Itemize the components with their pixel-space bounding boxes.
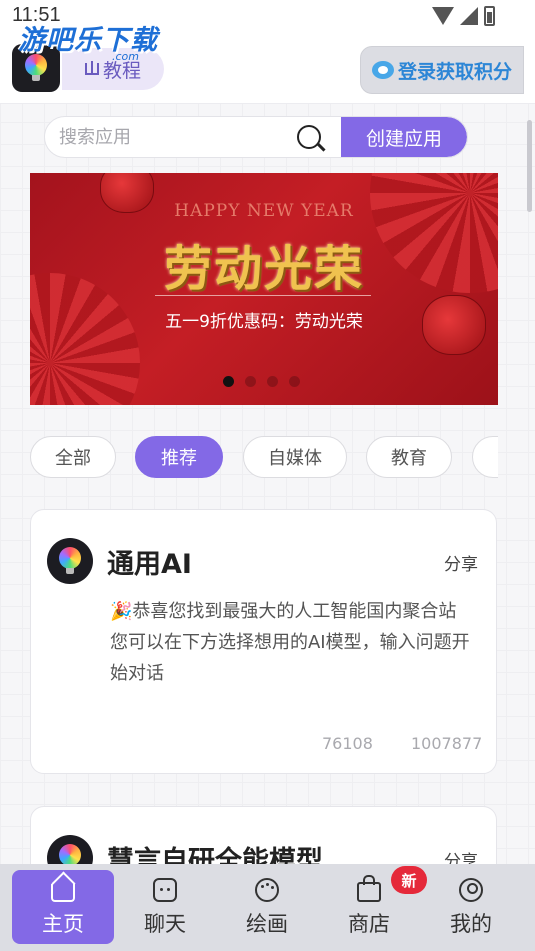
carousel-dot[interactable] <box>267 376 278 387</box>
chat-icon <box>153 878 177 902</box>
user-icon <box>459 878 483 902</box>
points-icon <box>371 61 394 79</box>
lightbulb-icon <box>59 547 81 574</box>
nav-profile-label: 我的 <box>450 912 492 936</box>
login-label: 登录获取积分 <box>397 60 512 83</box>
share-button[interactable]: 分享 <box>444 550 478 575</box>
carousel-dot[interactable] <box>223 376 234 387</box>
nav-store-label: 商店 <box>348 912 390 936</box>
search-icon[interactable] <box>297 125 321 149</box>
battery-icon <box>484 6 495 26</box>
category-tab-more[interactable] <box>472 436 498 478</box>
nav-draw[interactable]: 绘画 <box>216 870 318 944</box>
category-tabs: 全部 推荐 自媒体 教育 <box>30 436 498 478</box>
watermark-url: .com <box>112 50 139 63</box>
lightbulb-icon <box>59 844 81 871</box>
header: 11:51 教程 游吧乐下载 .com 登录获取积分 <box>0 0 535 104</box>
banner-english-text: HAPPY NEW YEAR <box>174 201 354 221</box>
new-badge: 新 <box>391 866 427 894</box>
category-tab-media[interactable]: 自媒体 <box>243 436 347 478</box>
search-bar: 创建应用 <box>44 116 468 158</box>
nav-chat[interactable]: 聊天 <box>114 870 216 944</box>
carousel-dot[interactable] <box>289 376 300 387</box>
nav-chat-label: 聊天 <box>144 912 186 936</box>
app-stat-views: 76108 <box>322 734 373 753</box>
status-icons <box>432 6 495 26</box>
nav-draw-label: 绘画 <box>246 912 288 936</box>
shopping-bag-icon <box>357 875 381 902</box>
category-tab-all[interactable]: 全部 <box>30 436 116 478</box>
login-button[interactable]: 登录获取积分 <box>360 46 524 94</box>
wifi-icon <box>432 7 454 25</box>
create-app-button[interactable]: 创建应用 <box>341 117 467 157</box>
signal-icon <box>460 7 478 25</box>
app-description: 🎉恭喜您找到最强大的人工智能国内聚合站 您可以在下方选择想用的AI模型，输入问题… <box>110 601 470 684</box>
banner-subtitle: 五一9折优惠码：劳动光荣 <box>165 312 363 332</box>
app-card[interactable]: 通用AI 分享 🎉恭喜您找到最强大的人工智能国内聚合站 您可以在下方选择想用的A… <box>30 509 497 774</box>
carousel-dots <box>223 376 300 387</box>
app-title: 通用AI <box>107 549 192 580</box>
nav-home[interactable]: 主页 <box>12 870 114 944</box>
nav-home-label: 主页 <box>42 912 84 936</box>
palette-icon <box>255 878 279 902</box>
banner-divider <box>155 295 371 296</box>
promo-banner[interactable]: HAPPY NEW YEAR 劳动光荣 五一9折优惠码：劳动光荣 <box>30 173 498 405</box>
search-input[interactable] <box>59 117 289 157</box>
home-icon <box>51 884 75 902</box>
book-icon <box>84 61 99 75</box>
lightbulb-icon <box>25 54 47 81</box>
scrollbar[interactable] <box>527 120 532 212</box>
app-icon <box>47 538 93 584</box>
bottom-navigation: 主页 聊天 绘画 商店 我的 <box>0 864 535 951</box>
category-tab-recommended[interactable]: 推荐 <box>135 436 223 478</box>
carousel-dot[interactable] <box>245 376 256 387</box>
banner-title: 劳动光荣 <box>163 241 364 297</box>
app-stat-uses: 1007877 <box>411 734 483 753</box>
category-tab-education[interactable]: 教育 <box>366 436 452 478</box>
nav-profile[interactable]: 我的 <box>420 870 522 944</box>
